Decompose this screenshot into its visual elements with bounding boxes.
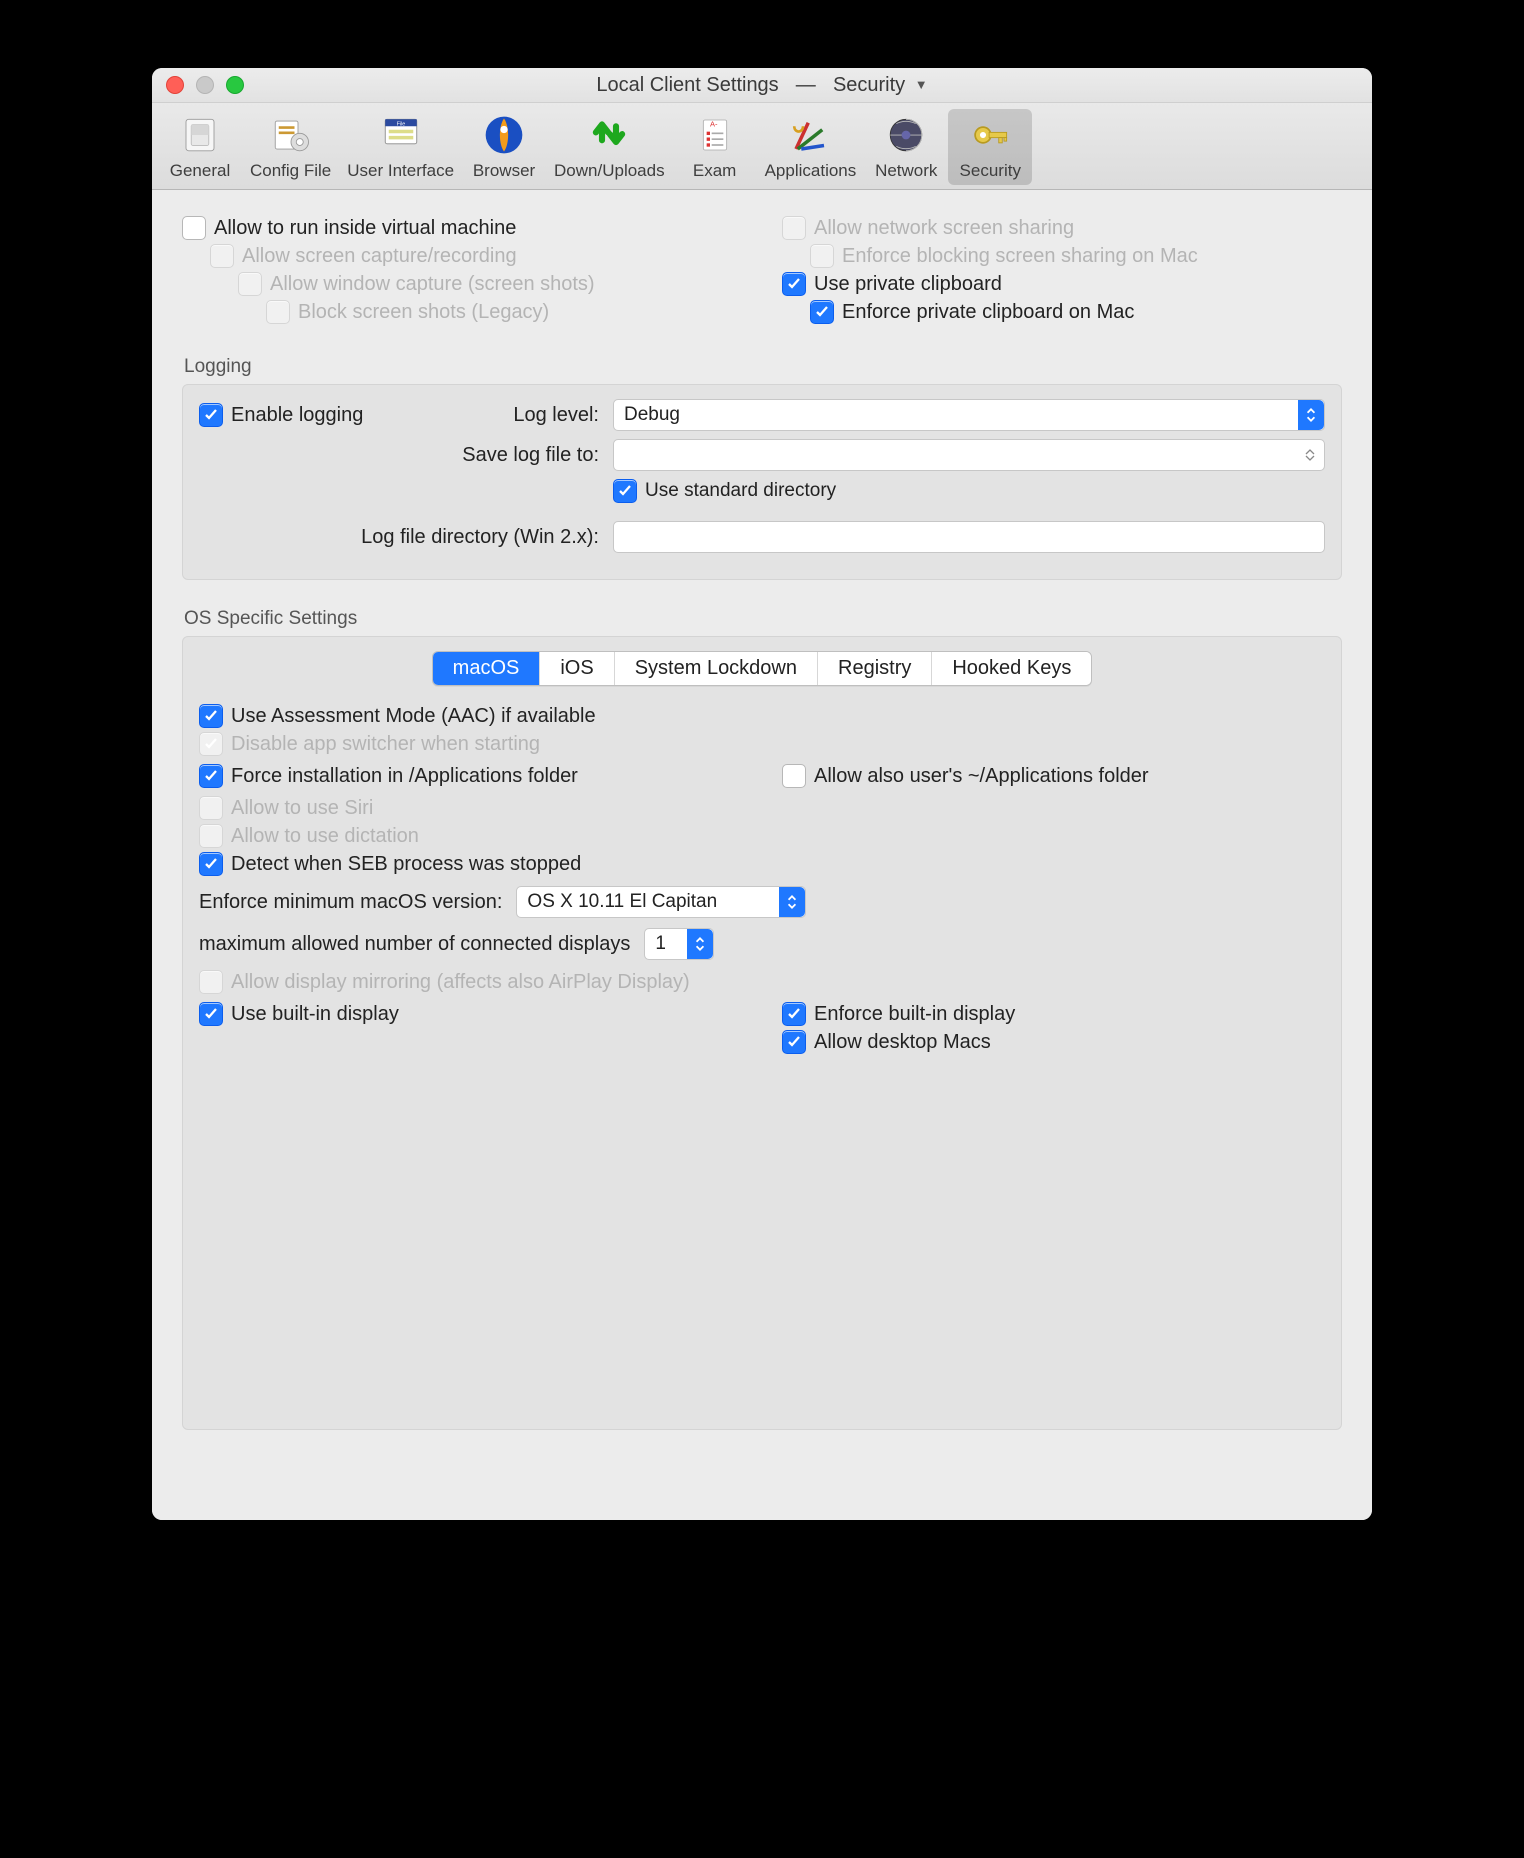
logging-title: Logging	[184, 356, 1342, 378]
tab-hooked-keys[interactable]: Hooked Keys	[932, 652, 1091, 685]
save-log-to-combo[interactable]	[613, 439, 1325, 471]
enforce-builtin-display-checkbox[interactable]: Enforce built-in display	[782, 1002, 1325, 1026]
arrows-icon	[585, 111, 633, 159]
applications-icon	[786, 111, 834, 159]
allow-dictation-checkbox: Allow to use dictation	[199, 824, 1325, 848]
tab-registry[interactable]: Registry	[818, 652, 932, 685]
log-dir-input[interactable]	[613, 521, 1325, 553]
enforce-min-macos-label: Enforce minimum macOS version:	[199, 891, 502, 914]
os-settings-group: macOS iOS System Lockdown Registry Hooke…	[182, 636, 1342, 1430]
security-pane: Allow to run inside virtual machine Allo…	[152, 190, 1372, 1520]
toolbar-applications[interactable]: Applications	[757, 109, 865, 185]
svg-text:File: File	[396, 121, 405, 127]
tab-system-lockdown[interactable]: System Lockdown	[615, 652, 818, 685]
allow-mirroring-checkbox: Allow display mirroring (affects also Ai…	[199, 970, 1325, 994]
title-section: Security	[833, 74, 905, 96]
detect-stopped-checkbox[interactable]: Detect when SEB process was stopped	[199, 852, 1325, 876]
chevron-updown-icon	[779, 887, 805, 917]
switch-icon	[176, 111, 224, 159]
os-tabs: macOS iOS System Lockdown Registry Hooke…	[432, 651, 1093, 686]
allow-screen-capture-checkbox: Allow screen capture/recording	[210, 244, 742, 268]
toolbar-exam[interactable]: A- Exam	[673, 109, 757, 185]
log-level-label: Log level:	[199, 404, 613, 427]
log-dir-label: Log file directory (Win 2.x):	[199, 526, 613, 549]
browser-icon	[480, 111, 528, 159]
window-title: Local Client Settings — Security ▼	[152, 74, 1372, 97]
key-icon	[966, 111, 1014, 159]
toolbar-config-file[interactable]: Config File	[242, 109, 339, 185]
force-install-checkbox[interactable]: Force installation in /Applications fold…	[199, 764, 742, 788]
allow-screenshare-checkbox: Allow network screen sharing	[782, 216, 1342, 240]
toolbar-user-interface[interactable]: File User Interface	[339, 109, 462, 185]
use-private-clipboard-checkbox[interactable]: Use private clipboard	[782, 272, 1342, 296]
titlebar: Local Client Settings — Security ▼	[152, 68, 1372, 103]
allow-user-apps-checkbox[interactable]: Allow also user's ~/Applications folder	[782, 764, 1325, 788]
traffic-lights	[152, 76, 244, 94]
chevron-updown-icon	[687, 929, 713, 959]
tab-ios[interactable]: iOS	[540, 652, 614, 685]
close-button[interactable]	[166, 76, 184, 94]
enforce-private-clipboard-checkbox[interactable]: Enforce private clipboard on Mac	[810, 300, 1342, 324]
stepper-arrows-icon	[1302, 440, 1318, 470]
config-file-icon	[267, 111, 315, 159]
title-app: Local Client Settings	[596, 74, 778, 96]
user-interface-icon: File	[377, 111, 425, 159]
top-options: Allow to run inside virtual machine Allo…	[182, 212, 1342, 328]
max-displays-select[interactable]: 1	[644, 928, 714, 960]
logging-group: Enable logging Log level: Debug Save log…	[182, 384, 1342, 580]
svg-text:A-: A-	[710, 120, 718, 129]
block-screenshots-checkbox: Block screen shots (Legacy)	[266, 300, 742, 324]
os-settings-title: OS Specific Settings	[184, 608, 1342, 630]
use-aac-checkbox[interactable]: Use Assessment Mode (AAC) if available	[199, 704, 1325, 728]
network-icon	[882, 111, 930, 159]
chevron-updown-icon	[1298, 400, 1324, 430]
exam-icon: A-	[691, 111, 739, 159]
chevron-down-icon[interactable]: ▼	[915, 77, 928, 92]
use-builtin-display-checkbox[interactable]: Use built-in display	[199, 1002, 742, 1026]
save-log-to-label: Save log file to:	[199, 444, 613, 467]
allow-window-capture-checkbox: Allow window capture (screen shots)	[238, 272, 742, 296]
enforce-min-macos-select[interactable]: OS X 10.11 El Capitan	[516, 886, 806, 918]
max-displays-label: maximum allowed number of connected disp…	[199, 933, 630, 956]
toolbar-browser[interactable]: Browser	[462, 109, 546, 185]
enforce-block-share-checkbox: Enforce blocking screen sharing on Mac	[810, 244, 1342, 268]
toolbar-security[interactable]: Security	[948, 109, 1032, 185]
allow-vm-checkbox[interactable]: Allow to run inside virtual machine	[182, 216, 742, 240]
allow-desktop-macs-checkbox[interactable]: Allow desktop Macs	[782, 1030, 1325, 1054]
zoom-button[interactable]	[226, 76, 244, 94]
use-standard-dir-checkbox[interactable]: Use standard directory	[613, 479, 1325, 503]
disable-app-switcher-checkbox: Disable app switcher when starting	[199, 732, 1325, 756]
allow-siri-checkbox: Allow to use Siri	[199, 796, 1325, 820]
toolbar-general[interactable]: General	[158, 109, 242, 185]
toolbar-downuploads[interactable]: Down/Uploads	[546, 109, 673, 185]
tab-macos[interactable]: macOS	[433, 652, 541, 685]
toolbar: General Config File File User Interface …	[152, 103, 1372, 190]
toolbar-network[interactable]: Network	[864, 109, 948, 185]
settings-window: Local Client Settings — Security ▼ Gener…	[152, 68, 1372, 1520]
minimize-button[interactable]	[196, 76, 214, 94]
log-level-select[interactable]: Debug	[613, 399, 1325, 431]
